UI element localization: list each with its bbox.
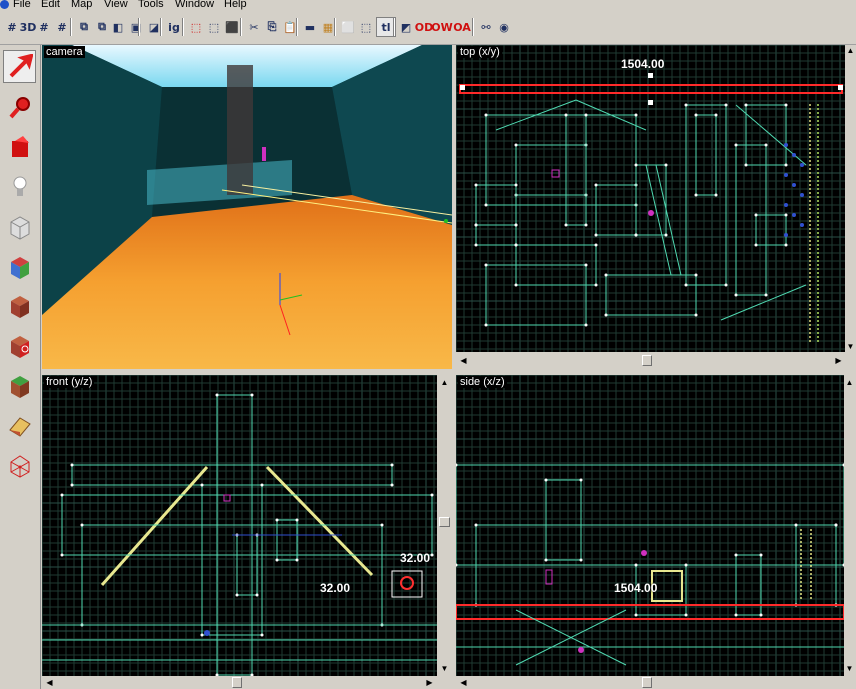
side-hscroll-thumb[interactable] xyxy=(642,677,652,688)
cube-tool-icon[interactable] xyxy=(3,210,36,243)
gray-block-icon[interactable]: ▬ xyxy=(300,17,320,37)
menu-window[interactable]: Window xyxy=(175,0,214,10)
toolbar-separator xyxy=(393,18,395,36)
vertex-select-icon[interactable]: ⬚ xyxy=(356,17,376,37)
cube-red-icon[interactable]: ⬚ xyxy=(186,17,206,37)
front-coord-readout-z: 32.00 xyxy=(400,551,431,565)
top-viewport[interactable]: top (x/y) 1504.00 ▲ ▼ ◀ ▶ xyxy=(456,45,856,369)
top-hscrollbar[interactable]: ◀ ▶ xyxy=(456,352,856,369)
side-hscrollbar[interactable]: ◀ xyxy=(456,676,856,689)
menu-tools[interactable]: Tools xyxy=(138,0,164,10)
toolbar-separator xyxy=(296,18,298,36)
oa-icon[interactable]: OA xyxy=(452,17,472,37)
brick-cube-icon[interactable] xyxy=(3,289,36,322)
toolbar-separator xyxy=(240,18,242,36)
toolbar-separator xyxy=(160,18,162,36)
camera-label: camera xyxy=(44,46,85,58)
flip-icon[interactable]: ◩ xyxy=(396,17,416,37)
top-coord-readout: 1504.00 xyxy=(621,57,665,71)
menu-edit[interactable]: Edit xyxy=(41,0,60,10)
copy-icon[interactable]: ⎘ xyxy=(262,17,282,37)
main-toolbar: #3D # # ⧉ ⧉ ◧ ▣ ◪ ig ⬚ ⬚ ⬛ ✂ ⎘ 📋 ▬ ▦ ⬜ ⬚ tl ◩ OD OW OA ⚯ ◉ xyxy=(0,11,856,45)
side-viewport[interactable]: side (x/z) 1504.00 ▲ ▼ ◀ xyxy=(456,375,856,689)
scroll-left-arrow-icon[interactable]: ◀ xyxy=(458,677,469,688)
menu-bar: File Edit Map View Tools Window Help xyxy=(0,0,856,11)
top-label: top (x/y) xyxy=(458,46,502,58)
toolbar-separator xyxy=(472,18,474,36)
front-vscroll-thumb[interactable] xyxy=(439,517,450,527)
menu-help[interactable]: Help xyxy=(224,0,247,10)
camera-viewport[interactable]: camera xyxy=(42,45,452,369)
scroll-left-arrow-icon[interactable]: ◀ xyxy=(458,355,469,366)
select-arrow-icon[interactable] xyxy=(3,50,36,83)
link-icon[interactable]: ⚯ xyxy=(476,17,496,37)
snap-grid-icon[interactable]: # xyxy=(34,17,54,37)
toolbar-separator xyxy=(70,18,72,36)
front-coord-readout-y: 32.00 xyxy=(320,581,351,595)
scroll-left-arrow-icon[interactable]: ◀ xyxy=(44,677,55,688)
grass-cube-icon[interactable] xyxy=(3,369,36,402)
side-grid xyxy=(456,375,846,676)
top-vscrollbar[interactable]: ▲ ▼ xyxy=(845,45,856,352)
app-icon[interactable] xyxy=(0,0,9,9)
toolbar-separator xyxy=(182,18,184,36)
side-coord-readout: 1504.00 xyxy=(614,581,658,595)
toolbar-separator xyxy=(138,18,140,36)
scroll-down-arrow-icon[interactable]: ▼ xyxy=(439,663,450,674)
tool-palette xyxy=(0,45,41,689)
menu-map[interactable]: Map xyxy=(71,0,92,10)
target-cube-icon[interactable] xyxy=(3,329,36,362)
menu-view[interactable]: View xyxy=(104,0,128,10)
menu-file[interactable]: File xyxy=(13,0,31,10)
front-viewport[interactable]: front (y/z) 32.00 32.00 ▲ ▼ ◀ ▶ xyxy=(42,375,452,689)
paint-bucket-icon[interactable] xyxy=(3,131,36,164)
select-all-icon[interactable]: ▣ xyxy=(126,17,146,37)
mesh-icon[interactable] xyxy=(3,448,36,481)
small-grid-icon[interactable]: # xyxy=(52,17,72,37)
ow-icon[interactable]: OW xyxy=(431,17,452,37)
scroll-up-arrow-icon[interactable]: ▲ xyxy=(844,377,855,388)
front-grid xyxy=(42,375,437,677)
scroll-down-arrow-icon[interactable]: ▼ xyxy=(844,663,855,674)
front-label: front (y/z) xyxy=(44,376,95,388)
cut-icon[interactable]: ✂ xyxy=(244,17,264,37)
side-label: side (x/z) xyxy=(458,376,507,388)
sphere-icon[interactable]: ◉ xyxy=(494,17,514,37)
top-hscroll-thumb[interactable] xyxy=(642,355,652,366)
side-vscrollbar[interactable]: ▲ ▼ xyxy=(844,375,856,676)
cube-solid-icon[interactable]: ⬛ xyxy=(222,17,242,37)
front-hscroll-thumb[interactable] xyxy=(232,677,242,688)
group-icon[interactable]: ⧉ xyxy=(74,17,94,37)
cube-icon[interactable]: ⬚ xyxy=(204,17,224,37)
magnify-icon[interactable] xyxy=(3,91,36,124)
scroll-right-arrow-icon[interactable]: ▶ xyxy=(424,677,435,688)
light-bulb-icon[interactable] xyxy=(3,170,36,203)
toolbar-separator xyxy=(334,18,336,36)
multi-texture-cube-icon[interactable] xyxy=(3,250,36,283)
front-vscrollbar[interactable]: ▲ ▼ xyxy=(437,375,452,676)
ignore-icon[interactable]: ig xyxy=(164,17,184,37)
scroll-up-arrow-icon[interactable]: ▲ xyxy=(845,45,856,56)
wedge-icon[interactable] xyxy=(3,408,36,441)
scroll-down-arrow-icon[interactable]: ▼ xyxy=(845,341,856,352)
top-grid xyxy=(456,45,845,352)
scroll-up-arrow-icon[interactable]: ▲ xyxy=(439,377,450,388)
scroll-right-arrow-icon[interactable]: ▶ xyxy=(833,355,844,366)
bounding-box-icon[interactable]: ⬜ xyxy=(338,17,358,37)
brush-icon[interactable]: ◧ xyxy=(108,17,128,37)
camera-scene xyxy=(42,45,452,369)
front-hscrollbar[interactable]: ◀ ▶ xyxy=(42,676,452,689)
